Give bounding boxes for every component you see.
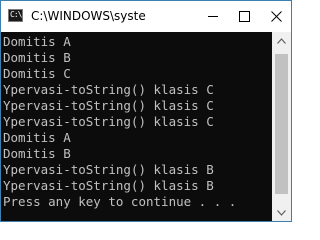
close-icon	[270, 11, 282, 22]
console-icon-glyph: C:\	[10, 10, 22, 19]
console-line: Domitis A	[3, 34, 71, 49]
vertical-scrollbar[interactable]	[272, 32, 291, 221]
title-bar[interactable]: C:\ C:\WINDOWS\syste	[1, 1, 291, 32]
minimize-button[interactable]	[198, 1, 228, 32]
console-output[interactable]: Domitis A Domitis B Domitis C Ypervasi-t…	[1, 32, 272, 221]
scroll-down-arrow-icon	[277, 209, 286, 216]
console-line: Ypervasi-toString() klasis C	[3, 98, 214, 113]
console-line: Domitis A	[3, 130, 71, 145]
console-line: Ypervasi-toString() klasis C	[3, 114, 214, 129]
scroll-thumb[interactable]	[275, 54, 288, 194]
scroll-up-arrow-icon	[277, 37, 286, 44]
console-line: Domitis B	[3, 50, 71, 65]
close-button[interactable]	[261, 1, 291, 32]
console-line: Ypervasi-toString() klasis C	[3, 82, 214, 97]
console-line: Ypervasi-toString() klasis B	[3, 178, 214, 193]
scroll-up-button[interactable]	[272, 32, 291, 49]
console-window: C:\ C:\WINDOWS\syste Domitis A Domitis B…	[0, 0, 292, 222]
window-title: C:\WINDOWS\syste	[31, 9, 146, 23]
console-line: Domitis C	[3, 66, 71, 81]
console-icon[interactable]: C:\	[8, 9, 23, 22]
maximize-button[interactable]	[229, 1, 259, 32]
console-line: Domitis B	[3, 146, 71, 161]
scroll-down-button[interactable]	[272, 204, 291, 221]
console-line: Ypervasi-toString() klasis B	[3, 162, 214, 177]
maximize-icon	[238, 11, 250, 22]
console-line: Press any key to continue . . .	[3, 194, 237, 209]
minimize-icon	[208, 16, 218, 17]
